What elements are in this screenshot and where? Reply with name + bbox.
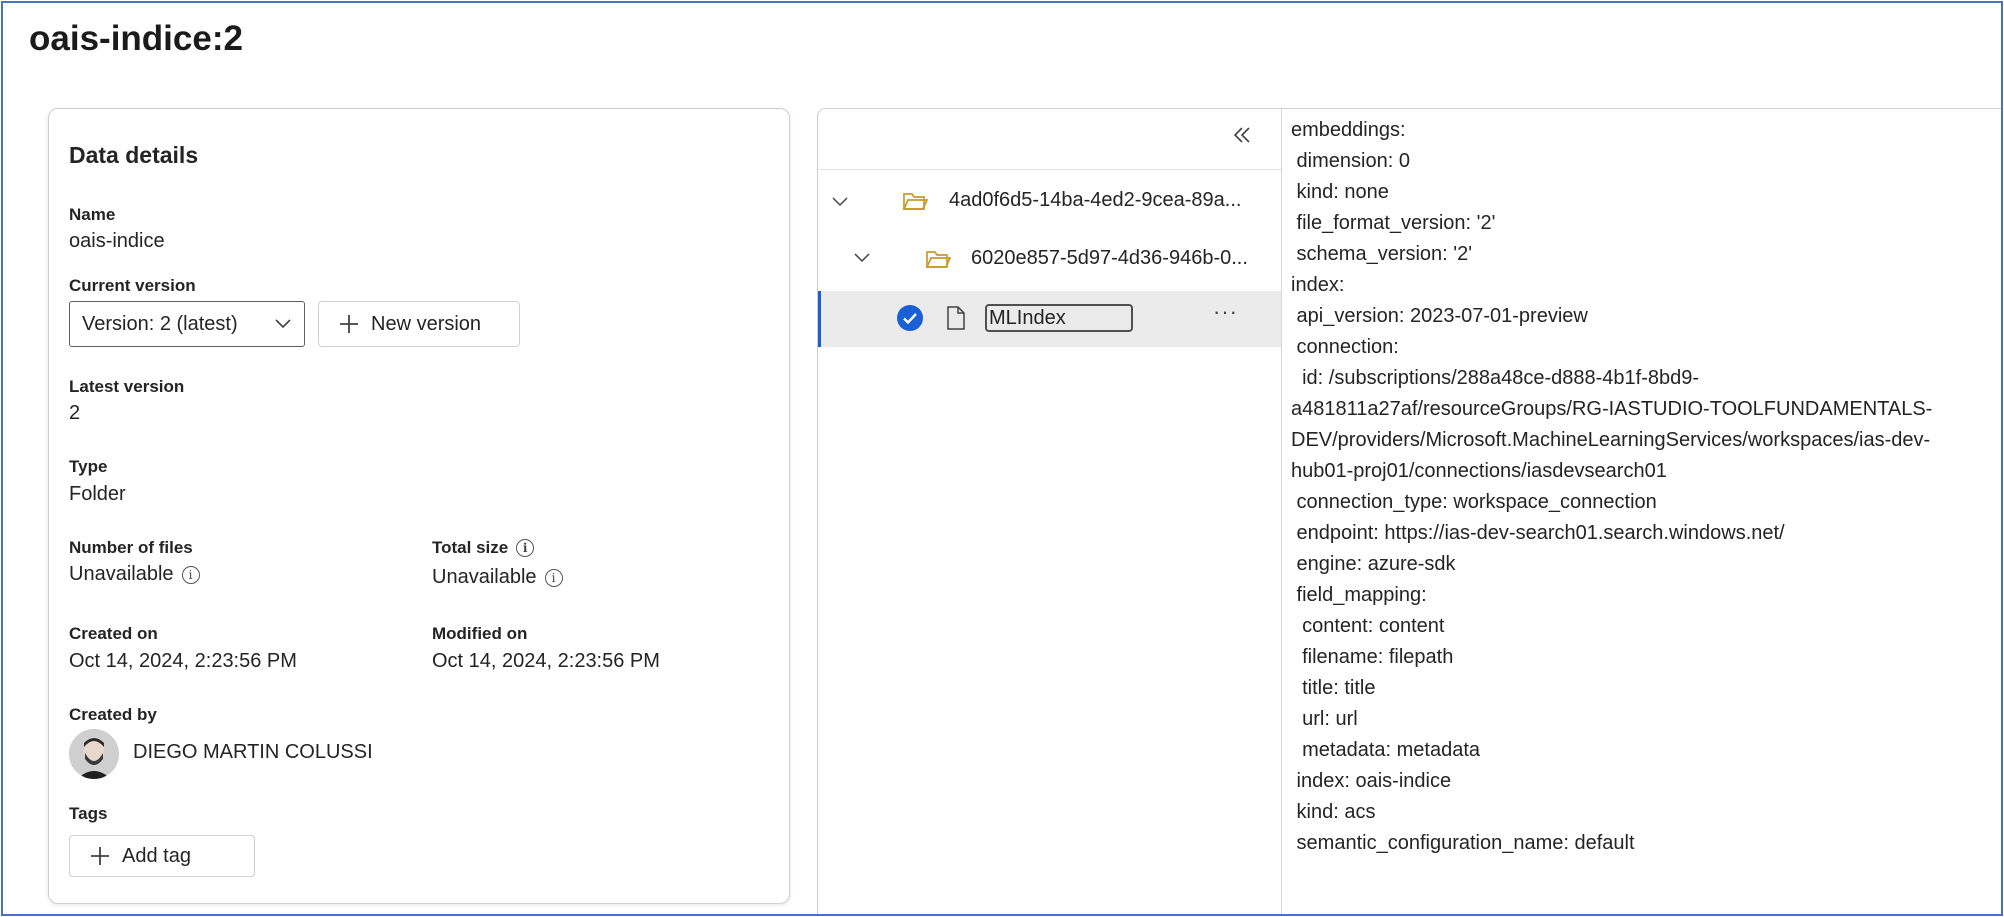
chevron-down-icon[interactable] <box>852 247 872 267</box>
plus-icon <box>340 315 358 333</box>
total-size-value-text: Unavailable <box>432 566 537 588</box>
file-content-panel: embeddings: dimension: 0 kind: none file… <box>1282 108 2001 914</box>
user-avatar-icon <box>69 729 119 779</box>
tree-item-label: 6020e857-5d97-4d36-946b-0... <box>971 247 1248 269</box>
content-line: index: oais-indice <box>1291 770 1452 792</box>
file-tree-panel: 4ad0f6d5-14ba-4ed2-9cea-89a... 6020e857-… <box>817 108 1282 914</box>
chevron-down-icon[interactable] <box>830 191 850 211</box>
rename-input[interactable]: MLIndex <box>985 304 1133 332</box>
created-on-label: Created on <box>69 624 158 643</box>
content-line: content: content <box>1291 615 1445 637</box>
tags-label: Tags <box>69 804 108 823</box>
content-line: index: <box>1291 274 1345 296</box>
content-line: engine: azure-sdk <box>1291 553 1456 575</box>
type-value: Folder <box>69 483 126 505</box>
number-of-files-label: Number of files <box>69 538 193 557</box>
content-line: connection: <box>1291 336 1399 358</box>
checkmark-circle-icon[interactable] <box>897 305 923 331</box>
content-line: dimension: 0 <box>1291 150 1410 172</box>
yaml-content: embeddings: dimension: 0 kind: none file… <box>1291 115 1991 859</box>
content-line: field_mapping: <box>1291 584 1427 606</box>
modified-on-value: Oct 14, 2024, 2:23:56 PM <box>432 650 660 672</box>
info-icon[interactable]: i <box>516 539 535 557</box>
folder-open-icon <box>925 251 951 268</box>
add-tag-button[interactable]: Add tag <box>69 835 255 877</box>
content-line: kind: none <box>1291 181 1389 203</box>
created-by-value: DIEGO MARTIN COLUSSI <box>133 741 373 763</box>
file-icon <box>947 306 965 330</box>
content-line: connection_type: workspace_connection <box>1291 491 1657 513</box>
content-line: DEV/providers/Microsoft.MachineLearningS… <box>1291 429 1931 451</box>
selection-indicator <box>818 291 821 347</box>
total-size-value: Unavailable i <box>432 566 563 589</box>
content-line: url: url <box>1291 708 1358 730</box>
content-line: hub01-proj01/connections/iasdevsearch01 <box>1291 460 1667 482</box>
app-window: oais-indice:2 Data details Name oais-ind… <box>1 1 2003 916</box>
total-size-text: Total size <box>432 538 509 557</box>
info-icon[interactable]: i <box>544 569 563 587</box>
type-label: Type <box>69 457 108 476</box>
chevron-down-icon <box>275 319 291 329</box>
created-by-label: Created by <box>69 705 157 724</box>
avatar <box>69 729 119 779</box>
content-line: id: /subscriptions/288a48ce-d888-4b1f-8b… <box>1291 367 1700 389</box>
content-line: title: title <box>1291 677 1376 699</box>
number-of-files-value: Unavailable i <box>69 563 200 586</box>
tree-item-folder[interactable]: 6020e857-5d97-4d36-946b-0... <box>818 231 1281 287</box>
page-title: oais-indice:2 <box>29 19 243 58</box>
created-on-value: Oct 14, 2024, 2:23:56 PM <box>69 650 297 672</box>
add-tag-label: Add tag <box>122 844 191 867</box>
modified-on-label: Modified on <box>432 624 528 643</box>
current-version-label: Current version <box>69 276 196 295</box>
latest-version-label: Latest version <box>69 377 185 396</box>
tree-item-folder[interactable]: 4ad0f6d5-14ba-4ed2-9cea-89a... <box>818 173 1281 229</box>
data-details-card: Data details Name oais-indice Current ve… <box>48 108 790 904</box>
info-icon[interactable]: i <box>181 566 200 584</box>
content-line: embeddings: <box>1291 119 1406 141</box>
card-title: Data details <box>69 142 199 168</box>
name-value: oais-indice <box>69 230 165 252</box>
plus-icon <box>91 847 109 865</box>
latest-version-value: 2 <box>69 402 81 424</box>
content-line: schema_version: '2' <box>1291 243 1473 265</box>
content-line: kind: acs <box>1291 801 1376 823</box>
version-select-value: Version: 2 (latest) <box>82 312 238 335</box>
new-version-button[interactable]: New version <box>318 301 520 347</box>
tree-item-file-selected[interactable]: MLIndex ··· <box>818 291 1281 347</box>
version-select[interactable]: Version: 2 (latest) <box>69 301 305 347</box>
collapse-panel-icon[interactable] <box>1230 123 1254 147</box>
folder-open-icon <box>902 193 928 210</box>
total-size-label: Total size i <box>432 538 535 558</box>
content-line: api_version: 2023-07-01-preview <box>1291 305 1588 327</box>
new-version-label: New version <box>371 312 482 335</box>
content-line: a481811a27af/resourceGroups/RG-IASTUDIO-… <box>1291 398 1933 420</box>
more-options-icon[interactable]: ··· <box>1213 299 1238 325</box>
divider <box>818 169 1281 170</box>
content-line: metadata: metadata <box>1291 739 1481 761</box>
number-of-files-text: Unavailable <box>69 563 174 585</box>
tree-item-label: 4ad0f6d5-14ba-4ed2-9cea-89a... <box>949 189 1242 211</box>
content-line: file_format_version: '2' <box>1291 212 1496 234</box>
name-label: Name <box>69 205 116 224</box>
content-line: filename: filepath <box>1291 646 1454 668</box>
content-line: semantic_configuration_name: default <box>1291 832 1635 854</box>
content-line: endpoint: https://ias-dev-search01.searc… <box>1291 522 1785 544</box>
